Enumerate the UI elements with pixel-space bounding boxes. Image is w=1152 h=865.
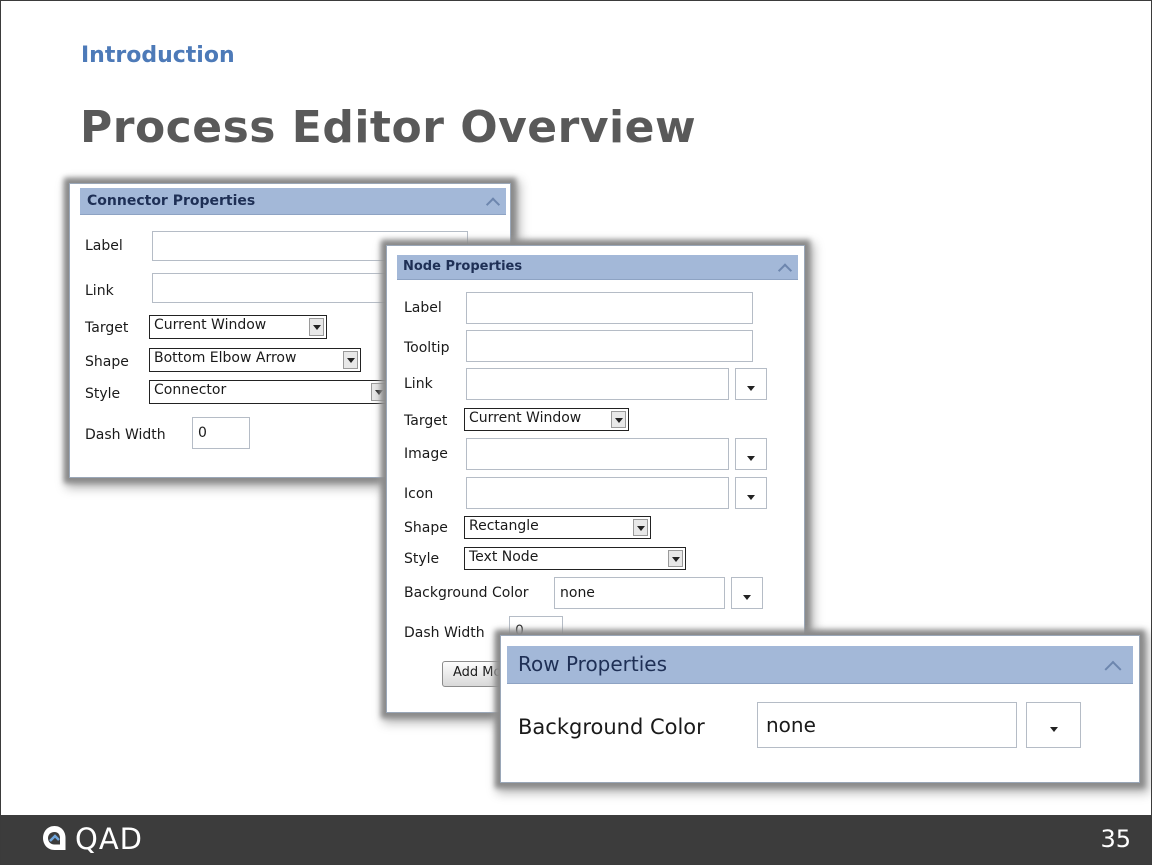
node-dash-width-label: Dash Width — [404, 625, 485, 641]
dropdown-arrow-icon[interactable] — [343, 351, 358, 369]
connector-shape-select[interactable]: Bottom Elbow Arrow — [149, 348, 361, 372]
dropdown-arrow-icon[interactable] — [668, 550, 683, 567]
node-bg-color-label: Background Color — [404, 585, 529, 601]
node-tooltip-label: Tooltip — [404, 340, 450, 356]
chevron-up-icon[interactable] — [1104, 660, 1122, 678]
connector-shape-label: Shape — [85, 354, 129, 370]
connector-target-label: Target — [85, 320, 129, 336]
node-bg-color-input[interactable] — [554, 577, 725, 609]
node-image-input[interactable] — [466, 438, 729, 470]
row-properties-panel: Row Properties Background Color — [500, 635, 1140, 783]
connector-properties-header[interactable]: Connector Properties — [80, 188, 506, 215]
node-tooltip-input[interactable] — [466, 330, 753, 362]
node-bg-color-dropdown-button[interactable] — [731, 577, 763, 609]
connector-style-select[interactable]: Connector — [149, 380, 389, 404]
connector-label-label: Label — [85, 238, 123, 254]
connector-properties-title: Connector Properties — [87, 193, 256, 209]
dropdown-arrow-icon[interactable] — [633, 519, 648, 536]
node-properties-header[interactable]: Node Properties — [397, 255, 798, 280]
connector-dash-width-label: Dash Width — [85, 427, 166, 443]
qad-logo-icon — [43, 826, 66, 850]
node-label-input[interactable] — [466, 292, 753, 324]
dropdown-arrow-icon[interactable] — [611, 411, 626, 428]
dropdown-arrow-icon[interactable] — [371, 383, 386, 401]
node-target-select[interactable]: Current Window — [464, 408, 629, 431]
connector-shape-value: Bottom Elbow Arrow — [154, 350, 297, 366]
row-bg-color-dropdown-button[interactable] — [1026, 702, 1081, 748]
node-image-label: Image — [404, 446, 448, 462]
chevron-up-icon[interactable] — [777, 263, 793, 278]
node-shape-value: Rectangle — [469, 518, 539, 534]
node-link-label: Link — [404, 376, 433, 392]
node-target-value: Current Window — [469, 410, 582, 426]
node-image-dropdown-button[interactable] — [735, 438, 767, 470]
section-label: Introduction — [81, 43, 235, 68]
connector-style-label: Style — [85, 386, 121, 402]
node-shape-select[interactable]: Rectangle — [464, 516, 651, 539]
page-title: Process Editor Overview — [80, 102, 697, 153]
node-icon-dropdown-button[interactable] — [735, 477, 767, 509]
row-properties-header[interactable]: Row Properties — [507, 646, 1133, 684]
slide: Introduction Process Editor Overview Con… — [0, 0, 1152, 865]
chevron-up-icon[interactable] — [485, 197, 501, 212]
connector-target-select[interactable]: Current Window — [149, 315, 327, 339]
dropdown-arrow-icon[interactable] — [309, 318, 324, 336]
connector-link-label: Link — [85, 283, 114, 299]
row-properties-title: Row Properties — [518, 652, 668, 676]
node-icon-input[interactable] — [466, 477, 729, 509]
node-style-select[interactable]: Text Node — [464, 547, 686, 570]
node-target-label: Target — [404, 413, 448, 429]
row-bg-color-label: Background Color — [518, 715, 705, 739]
node-label-label: Label — [404, 300, 442, 316]
node-properties-title: Node Properties — [403, 259, 523, 274]
node-link-dropdown-button[interactable] — [735, 368, 767, 400]
node-style-label: Style — [404, 551, 440, 567]
connector-target-value: Current Window — [154, 317, 267, 333]
row-bg-color-input[interactable] — [757, 702, 1017, 748]
node-style-value: Text Node — [469, 549, 539, 565]
brand-name: QAD — [75, 822, 143, 856]
node-link-input[interactable] — [466, 368, 729, 400]
node-shape-label: Shape — [404, 520, 448, 536]
page-number: 35 — [1100, 825, 1131, 853]
footer-bar: QAD 35 — [1, 815, 1151, 864]
node-icon-label: Icon — [404, 486, 434, 502]
connector-style-value: Connector — [154, 382, 227, 398]
connector-dash-width-input[interactable] — [192, 417, 250, 449]
